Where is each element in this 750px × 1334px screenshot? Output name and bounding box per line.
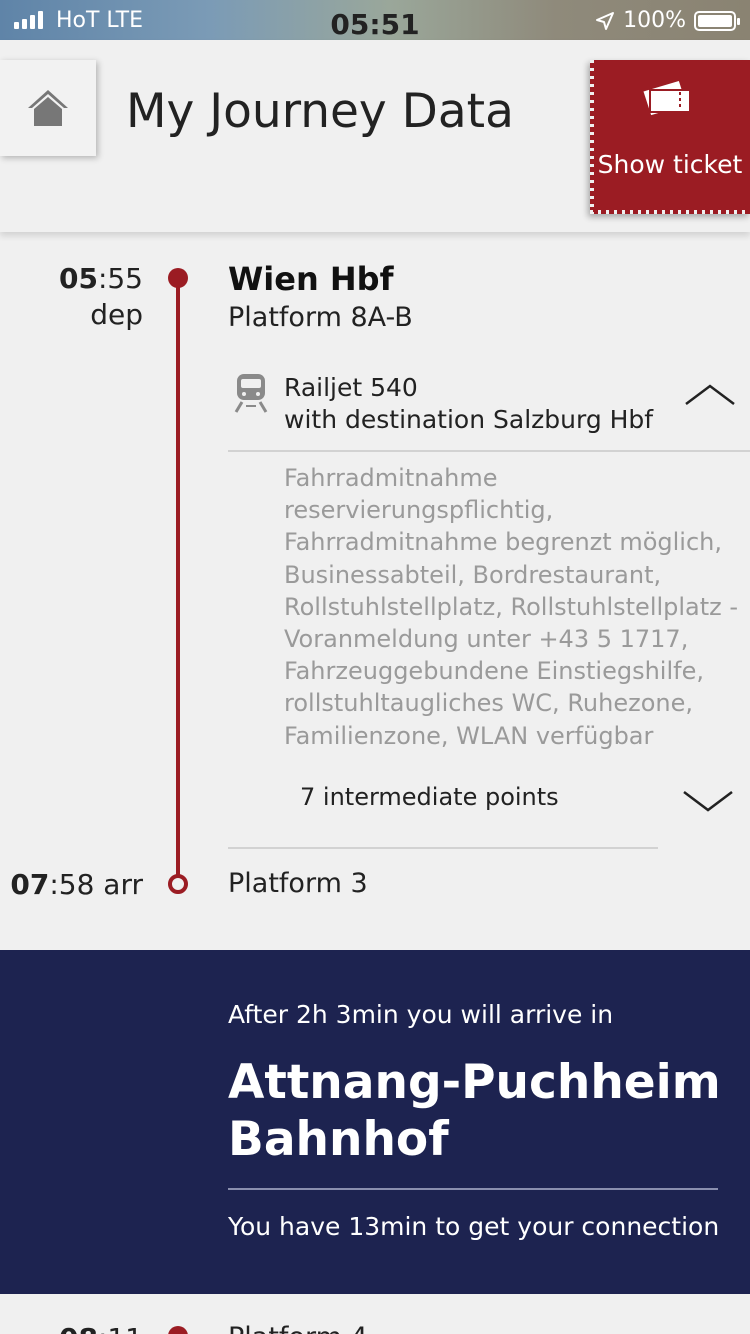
departure-platform: Platform 8A-B	[228, 302, 413, 333]
transfer-destination: Attnang-Puchheim Bahnhof	[228, 1055, 721, 1167]
divider	[228, 1188, 718, 1190]
battery-icon	[694, 10, 740, 31]
status-bar: HoT LTE 05:51 100%	[0, 0, 750, 41]
battery-percent: 100%	[623, 8, 686, 33]
divider	[228, 847, 658, 849]
intermediate-points-toggle[interactable]: 7 intermediate points	[300, 783, 559, 811]
journey-timeline-line	[176, 278, 180, 883]
expand-chevron-down-icon[interactable]	[682, 786, 734, 816]
departure-label: dep	[90, 298, 143, 331]
train-name: Railjet 540	[284, 373, 418, 402]
departure-station: Wien Hbf	[228, 260, 394, 298]
connection-time-text: You have 13min to get your connection	[228, 1212, 720, 1241]
arrival-time: 07:58 arr	[10, 868, 143, 901]
collapse-chevron-up-icon[interactable]	[684, 380, 736, 410]
departure-time: 05:55	[58, 262, 143, 295]
transfer-info-panel: After 2h 3min you will arrive in Attnang…	[0, 950, 750, 1294]
home-icon	[28, 90, 68, 126]
ticket-icon	[643, 81, 691, 116]
page-title: My Journey Data	[126, 84, 514, 139]
train-icon	[234, 374, 268, 413]
divider	[228, 450, 750, 452]
location-icon	[596, 11, 615, 30]
next-departure-time: 08:11	[59, 1322, 143, 1334]
arrival-platform: Platform 3	[228, 868, 368, 899]
home-button[interactable]	[0, 60, 96, 156]
show-ticket-label: Show ticket	[597, 150, 743, 179]
next-departure-platform: Platform 4	[228, 1322, 368, 1334]
arrival-dot	[168, 874, 188, 894]
departure-dot	[168, 268, 188, 288]
transfer-intro: After 2h 3min you will arrive in	[228, 1000, 614, 1029]
app-header: My Journey Data Show ticket	[0, 40, 750, 232]
next-departure-dot	[168, 1326, 188, 1334]
train-amenities: Fahrradmitnahme reservierungspflichtig, …	[284, 464, 739, 750]
train-destination: with destination Salzburg Hbf	[284, 405, 654, 434]
show-ticket-button[interactable]: Show ticket	[590, 60, 750, 214]
